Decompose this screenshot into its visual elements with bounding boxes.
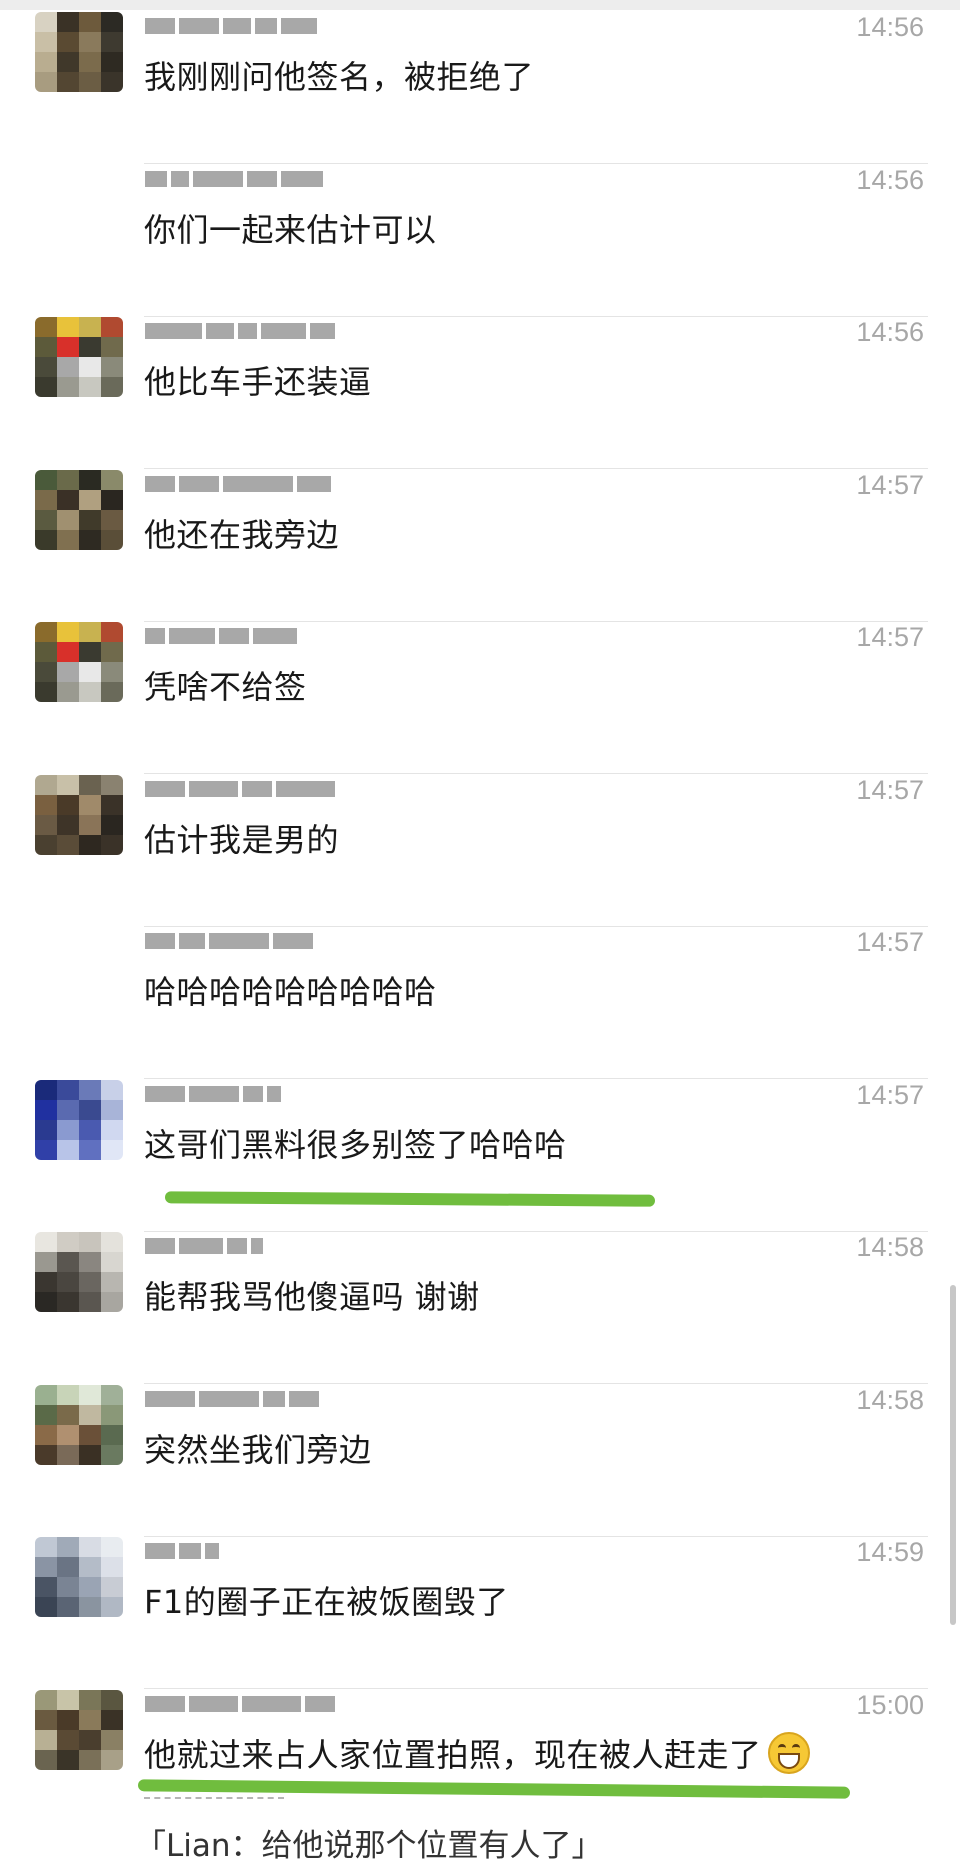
message-text-content: 这哥们黑料很多别签了哈哈哈: [144, 1125, 567, 1164]
message-text-content: 能帮我骂他傻逼吗 谢谢: [144, 1278, 480, 1316]
avatar[interactable]: [35, 774, 123, 855]
message-text-content: 我刚刚问他签名，被拒绝了: [144, 58, 535, 96]
message-item[interactable]: 15:00 他就过来占人家位置拍照，现在被人赶走了: [0, 1689, 960, 1842]
scrollbar[interactable]: [950, 1285, 956, 1625]
sender-name-blurred: [145, 1693, 335, 1715]
sender-name-blurred: [145, 320, 335, 342]
avatar[interactable]: [35, 1537, 123, 1617]
avatar[interactable]: [35, 622, 123, 702]
message-time: 14:58: [856, 1384, 924, 1415]
sender-name-blurred: [145, 168, 335, 190]
message-text: 凭啥不给签: [144, 662, 307, 708]
message-text-content: 他就过来占人家位置拍照，现在被人赶走了: [144, 1735, 762, 1774]
message-text: 哈哈哈哈哈哈哈哈哈: [144, 967, 437, 1013]
message-item[interactable]: 14:57 这哥们黑料很多别签了哈哈哈: [0, 1079, 960, 1232]
sender-name-blurred: [145, 473, 335, 495]
message-text: 这哥们黑料很多别签了哈哈哈: [144, 1120, 567, 1166]
message-text-content: F1的圈子正在被饭圈毁了: [144, 1583, 509, 1621]
avatar[interactable]: [35, 317, 123, 397]
message-item[interactable]: 14:57 哈哈哈哈哈哈哈哈哈: [0, 927, 960, 1079]
message-text-content: 哈哈哈哈哈哈哈哈哈: [144, 973, 437, 1011]
avatar[interactable]: [35, 1232, 123, 1312]
message-item[interactable]: 14:58 突然坐我们旁边: [0, 1384, 960, 1537]
message-list: 14:56 我刚刚问他签名，被拒绝了 14:56 你们一起来估计可以 14:56 他比车手…: [0, 0, 960, 1875]
sender-name-blurred: [145, 1083, 335, 1105]
message-time: 14:57: [856, 622, 924, 652]
message-text-content: 他比车手还装逼: [144, 363, 372, 401]
sender-name-blurred: [145, 1235, 335, 1257]
message-time: 14:57: [856, 1079, 924, 1110]
message-time: 14:57: [856, 774, 924, 805]
message-item[interactable]: 14:56 你们一起来估计可以: [0, 165, 960, 317]
message-time: 14:57: [856, 927, 924, 957]
message-time: 14:57: [856, 469, 924, 500]
message-time: 14:56: [856, 164, 924, 195]
sender-name-blurred: [145, 15, 335, 37]
message-text: F1的圈子正在被饭圈毁了: [144, 1577, 509, 1623]
quoted-message: 「Lian：给他说那个位置有人了」: [135, 1828, 603, 1864]
message-text: 他还在我旁边: [144, 510, 339, 556]
message-time: 14:59: [856, 1537, 924, 1567]
avatar[interactable]: [35, 12, 123, 92]
grin-emoji-icon: [767, 1731, 810, 1774]
message-text: 他就过来占人家位置拍照，现在被人赶走了: [144, 1730, 810, 1776]
avatar[interactable]: [35, 1689, 123, 1770]
message-time: 14:58: [856, 1232, 924, 1262]
message-text: 估计我是男的: [144, 815, 339, 861]
message-text: 他比车手还装逼: [144, 357, 372, 403]
message-item[interactable]: 14:56 他比车手还装逼: [0, 317, 960, 469]
message-text: 你们一起来估计可以: [144, 205, 437, 251]
message-time: 15:00: [856, 1689, 924, 1720]
avatar[interactable]: [35, 1079, 123, 1160]
avatar[interactable]: [35, 469, 123, 550]
message-item[interactable]: 14:57 估计我是男的: [0, 774, 960, 927]
quote-divider: [144, 1797, 284, 1799]
message-item[interactable]: 14:58 能帮我骂他傻逼吗 谢谢: [0, 1232, 960, 1384]
message-time: 14:56: [856, 317, 924, 347]
message-item[interactable]: 14:57 凭啥不给签: [0, 622, 960, 774]
message-text-content: 凭啥不给签: [144, 668, 307, 706]
message-text-content: 突然坐我们旁边: [144, 1430, 372, 1469]
message-text-content: 估计我是男的: [144, 820, 340, 859]
avatar[interactable]: [35, 1384, 123, 1465]
sender-name-blurred: [145, 1540, 335, 1562]
message-item[interactable]: 14:56 我刚刚问他签名，被拒绝了: [0, 12, 960, 164]
message-time: 14:56: [856, 12, 924, 42]
message-text: 突然坐我们旁边: [144, 1425, 372, 1471]
sender-name-blurred: [145, 1388, 335, 1410]
sender-name-blurred: [145, 930, 335, 952]
sender-name-blurred: [145, 625, 335, 647]
message-item[interactable]: 14:59 F1的圈子正在被饭圈毁了: [0, 1537, 960, 1689]
emoji-mouth: [777, 1752, 800, 1769]
message-text: 我刚刚问他签名，被拒绝了: [144, 52, 534, 98]
message-item[interactable]: 14:57 他还在我旁边: [0, 469, 960, 622]
sender-name-blurred: [145, 778, 335, 800]
message-text: 能帮我骂他傻逼吗 谢谢: [144, 1272, 480, 1318]
message-text-content: 你们一起来估计可以: [144, 210, 437, 249]
message-text-content: 他还在我旁边: [144, 515, 340, 554]
